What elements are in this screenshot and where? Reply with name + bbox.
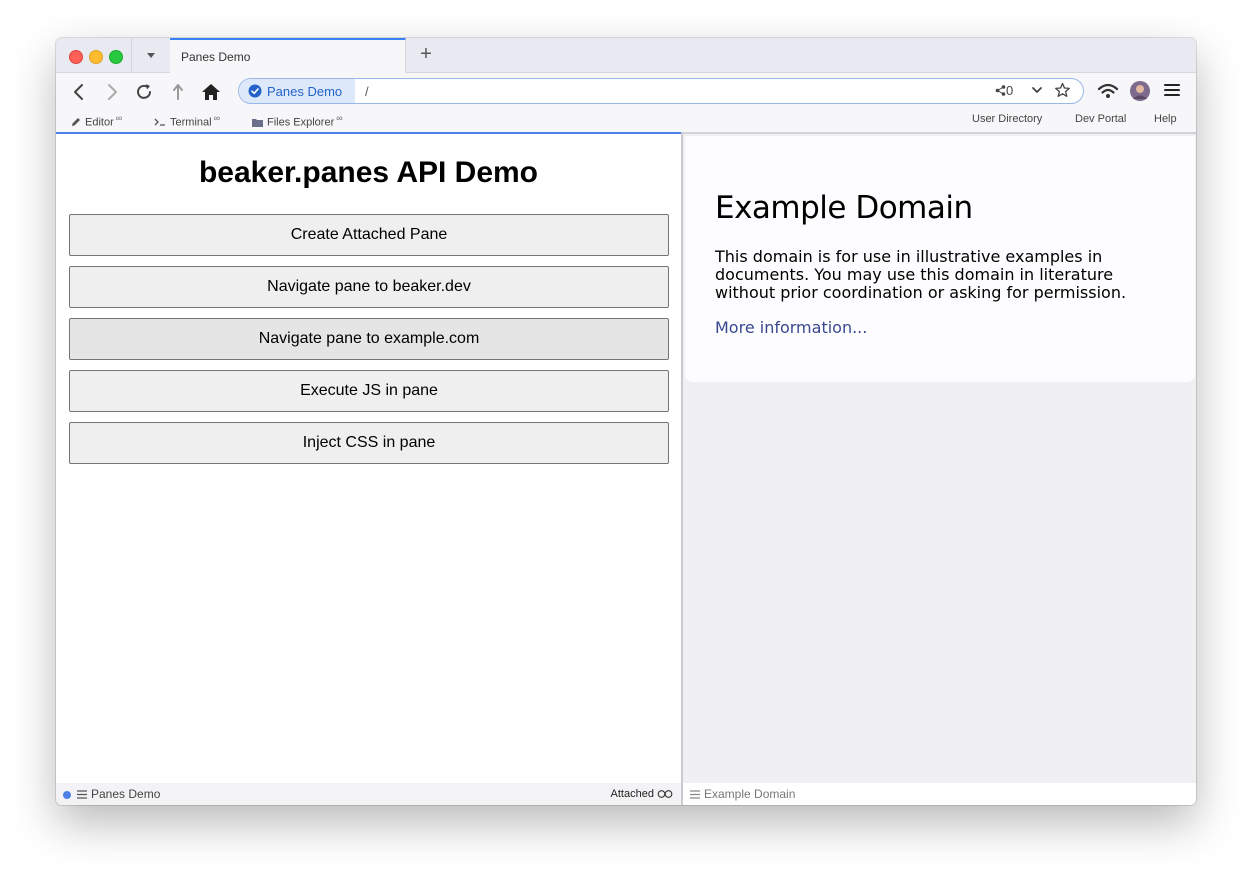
- home-icon[interactable]: [200, 81, 222, 103]
- bookmark-help[interactable]: Help: [1154, 113, 1177, 125]
- tab-strip: Panes Demo +: [56, 38, 1196, 73]
- terminal-icon: [154, 118, 165, 126]
- bookmark-label: Editor: [85, 116, 114, 129]
- attached-indicator[interactable]: Attached: [611, 788, 673, 800]
- tab-title: Panes Demo: [181, 50, 251, 64]
- bookmark-editor[interactable]: Editor ∞: [71, 113, 122, 129]
- address-bar[interactable]: Panes Demo / 0: [238, 78, 1084, 104]
- share-count: 0: [1006, 83, 1014, 98]
- left-pane: beaker.panes API Demo Create Attached Pa…: [56, 132, 681, 783]
- up-directory-icon[interactable]: [167, 81, 189, 103]
- window-close-button[interactable]: [69, 50, 83, 64]
- left-pane-status-bar: Panes Demo Attached: [56, 783, 681, 805]
- link-chain-icon: [657, 790, 673, 798]
- pane-status-label: Panes Demo: [91, 787, 161, 801]
- navigate-beaker-dev-button[interactable]: Navigate pane to beaker.dev: [69, 266, 669, 308]
- forward-icon[interactable]: [101, 81, 123, 103]
- user-avatar[interactable]: [1130, 81, 1150, 101]
- pane-menu-icon[interactable]: [690, 790, 700, 799]
- bookmarks-bar: Editor ∞ Terminal ∞ Files Explorer ∞ User D…: [56, 111, 1196, 133]
- pane-menu-icon[interactable]: [77, 790, 87, 799]
- bookmark-files-explorer[interactable]: Files Explorer ∞: [252, 113, 343, 129]
- bookmark-label: Files Explorer: [267, 116, 335, 129]
- back-icon[interactable]: [68, 81, 90, 103]
- example-heading: Example Domain: [715, 190, 973, 226]
- site-name: Panes Demo: [267, 84, 343, 99]
- window-maximize-button[interactable]: [109, 50, 123, 64]
- folder-icon: [252, 118, 263, 127]
- bookmark-terminal[interactable]: Terminal ∞: [154, 113, 220, 129]
- active-pane-indicator: [63, 791, 71, 799]
- tab-panes-demo[interactable]: Panes Demo: [170, 38, 406, 73]
- new-tab-button[interactable]: +: [416, 44, 436, 64]
- right-pane: Example Domain This domain is for use in…: [683, 132, 1196, 783]
- chevron-down-icon[interactable]: [1031, 83, 1043, 97]
- bookmark-infinity-mark: ∞: [115, 113, 123, 123]
- right-pane-status-bar: Example Domain: [683, 783, 1196, 805]
- bookmark-label: Terminal: [170, 116, 212, 129]
- site-info-button[interactable]: Panes Demo: [239, 79, 355, 103]
- bookmark-infinity-mark: ∞: [336, 113, 343, 123]
- verified-check-icon: [248, 84, 262, 98]
- example-domain-card: Example Domain This domain is for use in…: [685, 136, 1195, 382]
- pane-status-label: Example Domain: [704, 787, 796, 801]
- example-paragraph: This domain is for use in illustrative e…: [715, 247, 1127, 302]
- url-path[interactable]: /: [365, 84, 369, 99]
- tab-list-menu-button[interactable]: [131, 38, 171, 72]
- browser-menu-icon[interactable]: [1164, 82, 1180, 98]
- page-title: beaker.panes API Demo: [198, 156, 539, 189]
- create-attached-pane-button[interactable]: Create Attached Pane: [69, 214, 669, 256]
- more-information-link[interactable]: More information...: [715, 318, 867, 337]
- navigate-example-com-button[interactable]: Navigate pane to example.com: [69, 318, 669, 360]
- share-icon: [995, 85, 1006, 96]
- browser-window: Panes Demo + Panes Demo / 0 Editor ∞ Ter…: [56, 38, 1196, 805]
- pencil-icon: [72, 117, 80, 126]
- bookmark-infinity-mark: ∞: [213, 113, 220, 123]
- navigation-bar: Panes Demo / 0: [56, 73, 1196, 111]
- bookmark-user-directory[interactable]: User Directory: [972, 113, 1042, 125]
- bookmark-star-icon[interactable]: [1054, 82, 1071, 99]
- share-button[interactable]: 0: [995, 83, 1013, 98]
- window-minimize-button[interactable]: [89, 50, 103, 64]
- attached-label: Attached: [610, 788, 654, 800]
- network-wifi-icon[interactable]: [1097, 82, 1119, 100]
- execute-js-button[interactable]: Execute JS in pane: [69, 370, 669, 412]
- inject-css-button[interactable]: Inject CSS in pane: [69, 422, 669, 464]
- reload-icon[interactable]: [133, 81, 155, 103]
- bookmark-dev-portal[interactable]: Dev Portal: [1075, 113, 1126, 125]
